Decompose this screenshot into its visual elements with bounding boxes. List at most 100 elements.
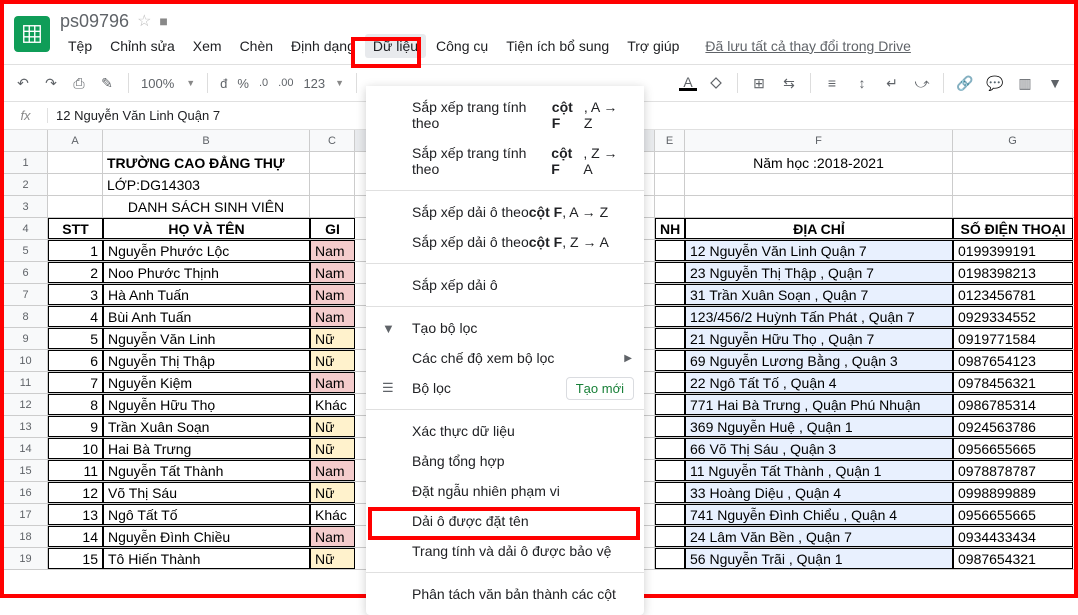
cell[interactable]: Nữ: [310, 482, 355, 503]
menu-sort-range-az[interactable]: Sắp xếp dải ô theo cột F, A → Z: [366, 197, 644, 227]
row-header[interactable]: 16: [4, 482, 48, 503]
cell[interactable]: [655, 328, 685, 349]
menu-filter-views[interactable]: Các chế độ xem bộ lọc▶: [366, 343, 644, 373]
menu-addons[interactable]: Tiện ích bổ sung: [498, 34, 617, 58]
cell[interactable]: 0956655665: [953, 504, 1073, 525]
cell[interactable]: [655, 526, 685, 547]
cell[interactable]: [685, 174, 953, 195]
cell[interactable]: 14: [48, 526, 103, 547]
cell[interactable]: 33 Hoàng Diệu , Quận 4: [685, 482, 953, 503]
cell[interactable]: GI: [310, 218, 355, 239]
menu-data-validation[interactable]: Xác thực dữ liệu: [366, 416, 644, 446]
cell[interactable]: Võ Thị Sáu: [103, 482, 310, 503]
fill-color-icon[interactable]: [707, 74, 725, 92]
link-icon[interactable]: 🔗: [956, 74, 974, 92]
dec-increase[interactable]: .00: [278, 77, 293, 89]
cell[interactable]: SỐ ĐIỆN THOẠI: [953, 218, 1073, 239]
cell[interactable]: 10: [48, 438, 103, 459]
cell[interactable]: 12 Nguyễn Văn Linh Quận 7: [685, 240, 953, 261]
col-header[interactable]: F: [685, 130, 953, 151]
row-header[interactable]: 2: [4, 174, 48, 195]
menu-data[interactable]: Dữ liệu: [365, 34, 426, 58]
cell[interactable]: [655, 240, 685, 261]
cell[interactable]: Nữ: [310, 438, 355, 459]
cell[interactable]: DANH SÁCH SINH VIÊN: [103, 196, 310, 217]
cell[interactable]: 13: [48, 504, 103, 525]
currency-button[interactable]: đ: [220, 76, 227, 91]
cell[interactable]: Nam: [310, 262, 355, 283]
rotate-icon[interactable]: ⤻: [913, 74, 931, 92]
menu-sort-range[interactable]: Sắp xếp dải ô: [366, 270, 644, 300]
cell[interactable]: [655, 438, 685, 459]
cell[interactable]: [655, 284, 685, 305]
cell[interactable]: Tô Hiến Thành: [103, 548, 310, 569]
cell[interactable]: 31 Trần Xuân Soạn , Quận 7: [685, 284, 953, 305]
row-header[interactable]: 13: [4, 416, 48, 437]
cell[interactable]: [953, 196, 1073, 217]
cell[interactable]: 4: [48, 306, 103, 327]
cell[interactable]: [685, 196, 953, 217]
menu-named-ranges[interactable]: Dải ô được đặt tên: [366, 506, 644, 536]
wrap-icon[interactable]: ↵: [883, 74, 901, 92]
cell[interactable]: 0987654321: [953, 548, 1073, 569]
menu-sort-range-za[interactable]: Sắp xếp dải ô theo cột F, Z → A: [366, 227, 644, 257]
borders-icon[interactable]: ⊞: [750, 74, 768, 92]
cell[interactable]: 0924563786: [953, 416, 1073, 437]
menu-tools[interactable]: Công cụ: [428, 34, 496, 58]
cell[interactable]: [655, 196, 685, 217]
cell[interactable]: [655, 372, 685, 393]
cell[interactable]: [48, 152, 103, 173]
cell[interactable]: [655, 460, 685, 481]
menu-help[interactable]: Trợ giúp: [619, 34, 687, 58]
cell[interactable]: 24 Lâm Văn Bền , Quận 7: [685, 526, 953, 547]
menu-filter[interactable]: ☰Bộ lọcTạo mới: [366, 373, 644, 403]
menu-file[interactable]: Tệp: [60, 34, 100, 58]
cell[interactable]: 0978878787: [953, 460, 1073, 481]
cell[interactable]: Nữ: [310, 328, 355, 349]
cell[interactable]: [655, 394, 685, 415]
cell[interactable]: 66 Võ Thị Sáu , Quận 3: [685, 438, 953, 459]
cell[interactable]: 0919771584: [953, 328, 1073, 349]
cell[interactable]: [655, 174, 685, 195]
cell[interactable]: Hai Bà Trưng: [103, 438, 310, 459]
row-header[interactable]: 18: [4, 526, 48, 547]
cell[interactable]: 0987654123: [953, 350, 1073, 371]
row-header[interactable]: 4: [4, 218, 48, 239]
row-header[interactable]: 19: [4, 548, 48, 569]
cell[interactable]: Nguyễn Văn Linh: [103, 328, 310, 349]
col-header[interactable]: A: [48, 130, 103, 151]
menu-create-filter[interactable]: ▼Tạo bộ lọc: [366, 313, 644, 343]
cell[interactable]: 23 Nguyễn Thị Thập , Quận 7: [685, 262, 953, 283]
col-header[interactable]: G: [953, 130, 1073, 151]
folder-icon[interactable]: ■: [159, 13, 167, 29]
cell[interactable]: 741 Nguyễn Đình Chiểu , Quận 4: [685, 504, 953, 525]
cell[interactable]: 0978456321: [953, 372, 1073, 393]
cell[interactable]: [655, 152, 685, 173]
zoom-select[interactable]: 100%: [141, 76, 174, 91]
col-header[interactable]: C: [310, 130, 355, 151]
cell[interactable]: Khác: [310, 394, 355, 415]
cell[interactable]: Nam: [310, 526, 355, 547]
cell[interactable]: Khác: [310, 504, 355, 525]
cell[interactable]: [655, 262, 685, 283]
col-header[interactable]: E: [655, 130, 685, 151]
row-header[interactable]: 17: [4, 504, 48, 525]
valign-icon[interactable]: ↕: [853, 74, 871, 92]
cell[interactable]: Nam: [310, 240, 355, 261]
paint-icon[interactable]: ✎: [98, 74, 116, 92]
filter-icon[interactable]: ▼: [1046, 74, 1064, 92]
cell[interactable]: Ngô Tất Tố: [103, 504, 310, 525]
menu-view[interactable]: Xem: [185, 34, 230, 58]
cell[interactable]: 5: [48, 328, 103, 349]
cell[interactable]: Noo Phước Thịnh: [103, 262, 310, 283]
cell[interactable]: Nguyễn Đình Chiều: [103, 526, 310, 547]
cell[interactable]: [655, 548, 685, 569]
save-status[interactable]: Đã lưu tất cả thay đổi trong Drive: [689, 34, 918, 58]
row-header[interactable]: 3: [4, 196, 48, 217]
cell[interactable]: [48, 174, 103, 195]
row-header[interactable]: 12: [4, 394, 48, 415]
cell[interactable]: [310, 196, 355, 217]
menu-format[interactable]: Định dạng: [283, 34, 363, 58]
cell[interactable]: Nguyễn Tất Thành: [103, 460, 310, 481]
cell[interactable]: 12: [48, 482, 103, 503]
